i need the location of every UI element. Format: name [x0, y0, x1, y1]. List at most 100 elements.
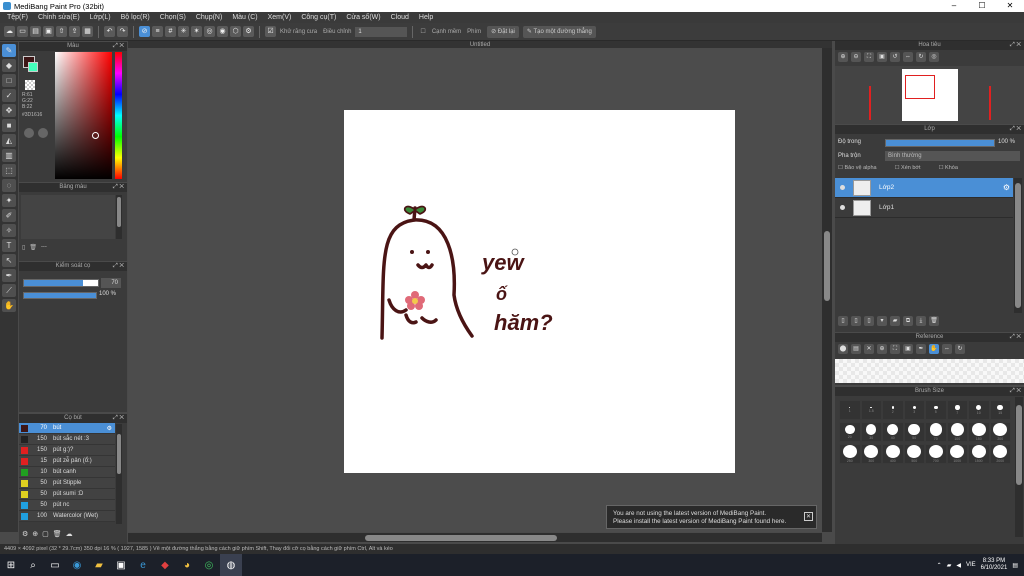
network-icon[interactable]: ▰ — [947, 562, 952, 569]
medibang-paint-icon[interactable]: ◍ — [220, 554, 242, 576]
new-8bit-layer-icon[interactable]: ▯ — [864, 316, 874, 326]
brush-size-cell[interactable]: 1 — [839, 400, 861, 420]
menu-snap[interactable]: Chụp(N) — [196, 14, 222, 21]
canvas-vscrollbar[interactable] — [822, 48, 832, 532]
magic-wand-tool-icon[interactable]: ✦ — [2, 194, 16, 207]
lasso-tool-icon[interactable]: ◌ — [2, 179, 16, 192]
brush-list-item[interactable]: 50 pút nc — [19, 500, 115, 511]
canvas-hscrollbar[interactable] — [128, 533, 822, 542]
ref-flip-icon[interactable]: ⇔ — [942, 344, 952, 354]
menu-help[interactable]: Help — [419, 14, 433, 21]
brush-list-item[interactable]: 15 pút zễ pản (ổ:) — [19, 456, 115, 467]
layer-settings-icon[interactable]: ⚙ — [1003, 183, 1010, 192]
snap-circle-icon[interactable]: ◎ — [204, 26, 215, 37]
ie-browser-icon[interactable]: e — [132, 554, 154, 576]
menu-view[interactable]: Xem(V) — [268, 14, 292, 21]
rotate-right-icon[interactable]: ↻ — [916, 52, 926, 62]
brush-size-cell[interactable]: 3 — [903, 400, 925, 420]
ref-actual-icon[interactable]: ▣ — [903, 344, 913, 354]
brush-size-cell[interactable]: 2 — [882, 400, 904, 420]
gradient-tool-icon[interactable]: ▥ — [2, 149, 16, 162]
merge-layer-icon[interactable]: ⤓ — [916, 316, 926, 326]
brush-size-slider[interactable] — [23, 279, 99, 287]
update-notice[interactable]: You are not using the latest version of … — [606, 505, 817, 529]
fill-rect-tool-icon[interactable]: ■ — [2, 119, 16, 132]
bucket-tool-icon[interactable]: ◭ — [2, 134, 16, 147]
brush-list-item[interactable]: 100 Watercolor (Wet) — [19, 511, 115, 522]
brush-list-item[interactable]: 50 pút sumi :D — [19, 489, 115, 500]
brush-size-cell[interactable]: 70 — [925, 422, 947, 442]
brush-size-cell[interactable]: 10 — [968, 400, 990, 420]
ref-eyedropper-icon[interactable]: ✒ — [916, 344, 926, 354]
layer-scrollbar[interactable] — [1014, 178, 1022, 313]
brush-size-cell[interactable]: 500 — [903, 444, 925, 464]
snap-settings-icon[interactable]: ⚙ — [243, 26, 254, 37]
brush-size-cell[interactable]: 1.5 — [860, 400, 882, 420]
menu-color[interactable]: Màu (C) — [232, 14, 257, 21]
file-explorer-icon[interactable]: ▰ — [88, 554, 110, 576]
drawing-paper[interactable]: yew ố hăm? — [344, 110, 735, 473]
medibang-green-icon[interactable]: ◎ — [198, 554, 220, 576]
brush-size-cell[interactable]: 2000 — [989, 444, 1011, 464]
brush-size-cell[interactable]: 150 — [968, 422, 990, 442]
save-icon[interactable]: ▣ — [43, 26, 54, 37]
brush-list-scrollbar[interactable] — [116, 424, 122, 524]
panel-close-icon[interactable]: ⤢ ✕ — [113, 183, 124, 192]
panel-close-icon[interactable]: ⤢ ✕ — [1010, 41, 1021, 50]
brush-list-item[interactable]: 50 pút Stipple — [19, 478, 115, 489]
open-folder-icon[interactable]: ▤ — [30, 26, 41, 37]
straight-line-button[interactable]: ✎ Tạo một đường thẳng — [522, 25, 596, 38]
menu-select[interactable]: Chọn(S) — [160, 14, 186, 21]
snap-cross-icon[interactable]: # — [165, 26, 176, 37]
blend-select[interactable]: Bình thường — [885, 151, 1020, 161]
menu-cloud[interactable]: Cloud — [391, 14, 409, 21]
color-wheel-icon[interactable] — [24, 128, 34, 138]
new-layer-icon[interactable]: ▯ — [838, 316, 848, 326]
brush-size-cell[interactable]: 15 — [989, 400, 1011, 420]
reference-canvas[interactable] — [835, 359, 1024, 383]
zoom-out-icon[interactable]: ⊖ — [851, 52, 861, 62]
menu-window[interactable]: Cửa sổ(W) — [346, 14, 380, 21]
tray-chevron-icon[interactable]: ⌃ — [937, 562, 942, 569]
brush-delete-icon[interactable]: 🗑 — [53, 530, 62, 538]
brush-size-cell[interactable]: 1500 — [968, 444, 990, 464]
brush-size-cell[interactable]: 7 — [946, 400, 968, 420]
brush-size-cell[interactable]: 400 — [882, 444, 904, 464]
panel-close-icon[interactable]: ⤢ ✕ — [1010, 125, 1021, 134]
actual-size-icon[interactable]: ▣ — [877, 52, 887, 62]
brush-size-cell[interactable]: 20 — [839, 422, 861, 442]
hue-slider[interactable] — [115, 52, 122, 179]
flip-icon[interactable]: ⇔ — [903, 52, 913, 62]
move-tool-icon[interactable]: ✥ — [2, 104, 16, 117]
clock[interactable]: 8:33 PM 6/10/2021 — [981, 558, 1008, 572]
ref-zoom-in-icon[interactable]: ⊕ — [877, 344, 887, 354]
windows-start-icon[interactable]: ⊞ — [0, 554, 22, 576]
select-pen-icon[interactable]: ✐ — [2, 209, 16, 222]
ref-open-icon[interactable]: ⬤ — [838, 344, 848, 354]
ref-rotate-icon[interactable]: ↻ — [955, 344, 965, 354]
layer-opacity-slider[interactable] — [885, 139, 995, 147]
brush-cloud-icon[interactable]: ☁ — [66, 530, 73, 538]
brush-list-item[interactable]: 150 pút g:)? — [19, 445, 115, 456]
color-picker-icon[interactable] — [38, 128, 48, 138]
delete-layer-icon[interactable]: 🗑 — [929, 316, 939, 326]
panel-close-icon[interactable]: ⤢ ✕ — [1010, 333, 1021, 342]
maximize-button[interactable]: ☐ — [968, 0, 996, 12]
edge-browser-icon[interactable]: ◉ — [66, 554, 88, 576]
brush-size-cell[interactable]: 40 — [882, 422, 904, 442]
select-check-icon[interactable]: ✓ — [2, 89, 16, 102]
ref-close-icon[interactable]: ✕ — [864, 344, 874, 354]
brush-list-item[interactable]: 70 bút ⚙ — [19, 423, 115, 434]
notice-close-icon[interactable]: ✕ — [804, 512, 813, 521]
brush-settings-icon[interactable]: ⚙ — [22, 530, 28, 538]
layer-row[interactable]: Lớp2 ⚙ — [835, 178, 1013, 198]
select-eraser-icon[interactable]: ✧ — [2, 224, 16, 237]
text-tool-icon[interactable]: T — [2, 239, 16, 252]
brush-copy-icon[interactable]: ▢ — [42, 530, 49, 538]
eyedropper-tool-icon[interactable]: ✒ — [2, 269, 16, 282]
transparent-color-swatch[interactable] — [25, 80, 35, 90]
menu-filter[interactable]: Bộ lọc(R) — [121, 14, 150, 21]
snap-radial-icon[interactable]: ✶ — [191, 26, 202, 37]
menu-layer[interactable]: Lớp(L) — [90, 14, 111, 21]
brush-size-cell[interactable]: 250 — [839, 444, 861, 464]
